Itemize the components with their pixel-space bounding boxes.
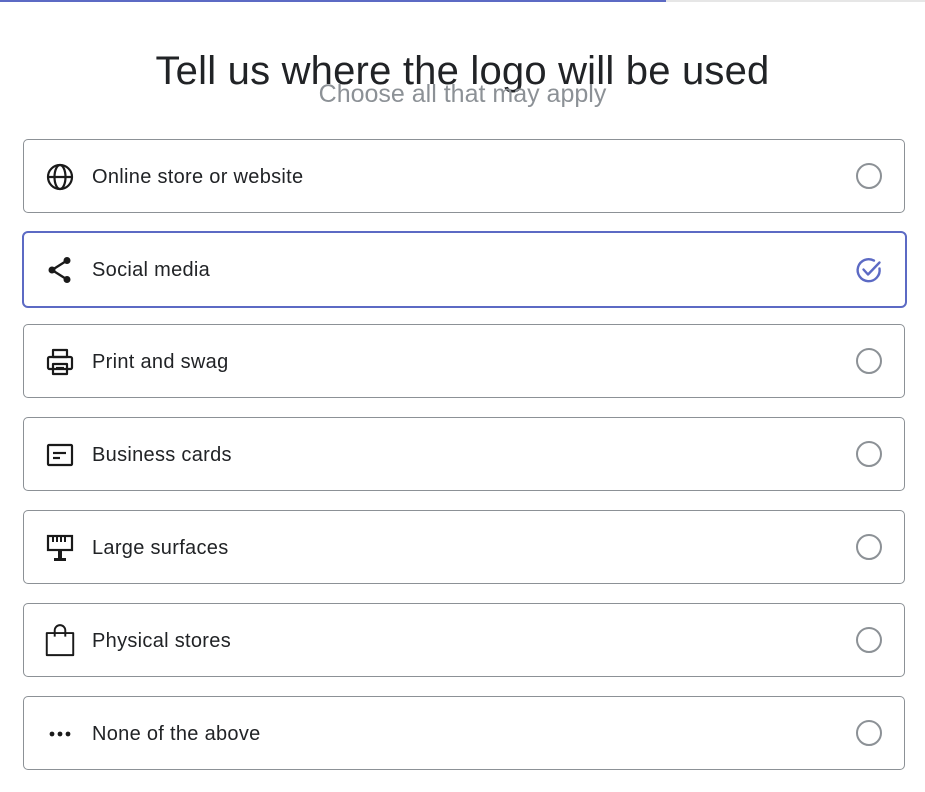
option-label: Large surfaces [92, 537, 229, 559]
unchecked-radio-icon[interactable] [856, 627, 882, 653]
shopping-bag-icon [45, 624, 75, 657]
checked-circle-icon[interactable] [855, 256, 883, 284]
option-large-surfaces[interactable]: Large surfaces [23, 510, 905, 584]
progress-bar [0, 0, 925, 2]
unchecked-radio-icon[interactable] [856, 720, 882, 746]
page-subtitle: Choose all that may apply [318, 80, 607, 108]
option-print-and-swag[interactable]: Print and swag [23, 324, 905, 398]
option-online-store[interactable]: Online store or website [23, 139, 905, 213]
option-label: Physical stores [92, 630, 231, 652]
globe-icon [45, 162, 75, 192]
usage-options-list: Online store or website Social media Pri… [22, 139, 907, 789]
option-physical-stores[interactable]: Physical stores [23, 603, 905, 677]
unchecked-radio-icon[interactable] [856, 534, 882, 560]
unchecked-radio-icon[interactable] [856, 163, 882, 189]
business-card-icon [45, 440, 75, 470]
option-none-of-the-above[interactable]: None of the above [23, 696, 905, 770]
option-social-media[interactable]: Social media [22, 231, 907, 308]
option-label: Business cards [92, 444, 232, 466]
unchecked-radio-icon[interactable] [856, 348, 882, 374]
option-label: Social media [92, 259, 211, 281]
progress-fill [0, 0, 666, 2]
option-label: None of the above [92, 723, 261, 745]
option-label: Online store or website [92, 166, 304, 188]
option-label: Print and swag [92, 351, 229, 373]
unchecked-radio-icon[interactable] [856, 441, 882, 467]
printer-icon [45, 347, 75, 377]
share-icon [45, 255, 75, 285]
more-horizontal-icon [45, 719, 75, 749]
option-business-cards[interactable]: Business cards [23, 417, 905, 491]
billboard-icon [45, 533, 75, 563]
